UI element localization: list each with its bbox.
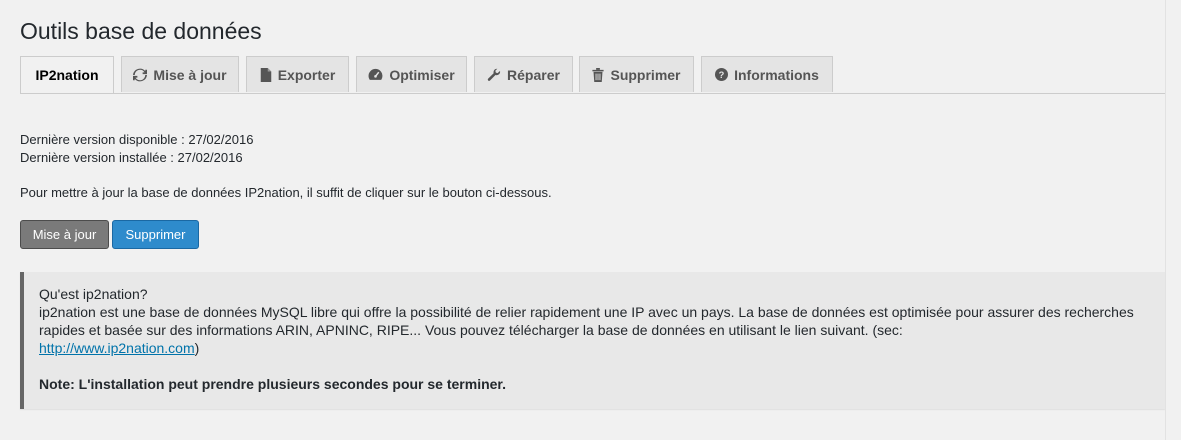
tab-label: Supprimer [610, 66, 681, 83]
tab-exporter[interactable]: Exporter [246, 56, 349, 92]
dashboard-icon [368, 68, 383, 81]
latest-available-version: Dernière version disponible : 27/02/2016 [20, 132, 254, 147]
tab-label: Optimiser [389, 66, 455, 83]
notice-body: ip2nation est une base de données MySQL … [39, 303, 1150, 357]
installation-note: Note: L'installation peut prendre plusie… [39, 376, 506, 392]
notice-body-text: ip2nation est une base de données MySQL … [39, 304, 1134, 338]
ip2nation-link[interactable]: http://www.ip2nation.com [39, 340, 195, 356]
tab-ip2nation[interactable]: IP2nation [20, 56, 114, 93]
tab-supprimer[interactable]: Supprimer [579, 56, 694, 92]
tab-bar: IP2nation Mise à jour Exporter Optimiser… [20, 56, 1165, 94]
scrollbar[interactable] [1165, 0, 1181, 440]
tab-mise-a-jour[interactable]: Mise à jour [121, 56, 239, 92]
latest-installed-version: Dernière version installée : 27/02/2016 [20, 150, 243, 165]
tab-label: Informations [734, 66, 819, 83]
wrench-icon [487, 68, 501, 82]
trash-icon [592, 67, 605, 82]
notice-heading: Qu'est ip2nation? [39, 286, 148, 302]
info-notice: Qu'est ip2nation? ip2nation est une base… [20, 272, 1165, 409]
question-circle-icon: ? [715, 68, 729, 81]
version-info: Dernière version disponible : 27/02/2016… [20, 131, 253, 167]
update-button[interactable]: Mise à jour [20, 220, 109, 249]
file-icon [260, 67, 272, 82]
refresh-icon [133, 68, 148, 82]
tab-label: Exporter [277, 66, 336, 83]
notice-after-link: ) [194, 340, 200, 356]
tab-label: IP2nation [35, 67, 99, 83]
page-title: Outils base de données [20, 18, 262, 44]
tab-informations[interactable]: ? Informations [701, 56, 833, 92]
tab-label: Réparer [507, 66, 560, 83]
svg-text:?: ? [719, 70, 725, 80]
delete-button[interactable]: Supprimer [112, 220, 199, 249]
tab-optimiser[interactable]: Optimiser [356, 56, 467, 92]
tab-reparer[interactable]: Réparer [474, 56, 573, 92]
tab-label: Mise à jour [153, 66, 227, 83]
update-instructions: Pour mettre à jour la base de données IP… [20, 185, 552, 200]
